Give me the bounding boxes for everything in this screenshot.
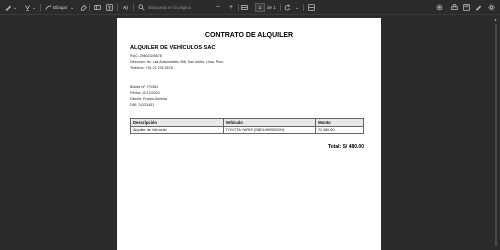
- toolbar-divider: [40, 4, 41, 11]
- scrollbar-thumb[interactable]: [495, 24, 497, 246]
- toolbar-divider: [89, 4, 90, 11]
- table-row: Alquiler de Vehículo TOYOTA YARIS (SBDUH…: [130, 126, 364, 134]
- draw-button-label[interactable]: Dibujar: [53, 3, 67, 12]
- page-count: de 1: [267, 5, 276, 10]
- save-icon[interactable]: [463, 3, 470, 12]
- save-as-icon[interactable]: [475, 3, 482, 12]
- pdf-toolbar: ⌄ ⌄ Dibujar ⌄ A) Búsqueda en la página −…: [0, 0, 500, 15]
- search-input[interactable]: Búsqueda en la página: [148, 3, 191, 12]
- ticket-number: Boleta N°: PO361: [130, 85, 159, 89]
- chevron-down-icon[interactable]: ⌄: [32, 3, 36, 12]
- chevron-down-icon[interactable]: ⌄: [295, 3, 299, 12]
- text-icon[interactable]: [106, 3, 113, 12]
- page-view-icon[interactable]: [308, 3, 315, 12]
- cell-amount: S/ 480.00: [315, 126, 364, 134]
- client-dni: DNI: 74123451: [130, 103, 155, 107]
- contract-date: Fecha: 11/12/2024: [130, 91, 160, 95]
- annotate-icon[interactable]: [5, 3, 12, 12]
- draw-icon[interactable]: [45, 3, 52, 12]
- column-header-vehicle: Vehículo: [222, 117, 317, 128]
- rotate-icon[interactable]: [284, 3, 291, 12]
- add-note-icon[interactable]: [436, 3, 443, 12]
- cell-vehicle: TOYOTA YARIS (SBDUH8SKD0H): [222, 126, 317, 134]
- toolbar-divider: [133, 4, 134, 11]
- fit-page-icon[interactable]: [241, 3, 248, 12]
- highlight-icon[interactable]: [24, 3, 31, 12]
- column-header-description: Descripción: [130, 117, 224, 128]
- chevron-down-icon[interactable]: ⌄: [70, 3, 74, 12]
- zoom-in-button[interactable]: +: [229, 3, 233, 12]
- company-phone: Teléfono: +51 01 234 5678: [130, 66, 173, 70]
- print-icon[interactable]: [451, 3, 458, 12]
- settings-icon[interactable]: [488, 3, 495, 12]
- scroll-up-icon[interactable]: ▲: [493, 17, 498, 22]
- eraser-icon[interactable]: [80, 3, 87, 12]
- toolbar-divider: [238, 4, 239, 11]
- chevron-down-icon[interactable]: ⌄: [13, 3, 17, 12]
- toolbar-divider: [280, 4, 281, 11]
- zoom-out-button[interactable]: −: [216, 3, 220, 12]
- client-name: Cliente: Franco Abreda: [130, 97, 167, 101]
- company-address: Dirección: Av. Las Automóviles 456, San …: [130, 60, 224, 64]
- document-title: CONTRATO DE ALQUILER: [204, 32, 294, 39]
- search-icon[interactable]: [138, 3, 145, 12]
- toolbar-divider: [303, 4, 304, 11]
- toolbar-divider: [117, 4, 118, 11]
- total-amount: Total: S/ 480.00: [327, 144, 364, 150]
- page-number-input[interactable]: 1: [255, 3, 265, 12]
- company-name: ALQUILER DE VEHÍCULOS SAC: [130, 45, 216, 51]
- items-table: Descripción Vehículo Monto Alquiler de V…: [130, 117, 364, 134]
- cell-description: Alquiler de Vehículo: [130, 126, 224, 134]
- pdf-page: CONTRATO DE ALQUILER ALQUILER DE VEHÍCUL…: [117, 18, 381, 250]
- company-ruc: RUC: 20602345678: [130, 54, 162, 58]
- table-header-row: Descripción Vehículo Monto: [130, 117, 364, 128]
- sidebar-toggle-icon[interactable]: [94, 3, 101, 12]
- column-header-amount: Monto: [315, 117, 364, 128]
- read-aloud-icon[interactable]: A): [123, 3, 128, 12]
